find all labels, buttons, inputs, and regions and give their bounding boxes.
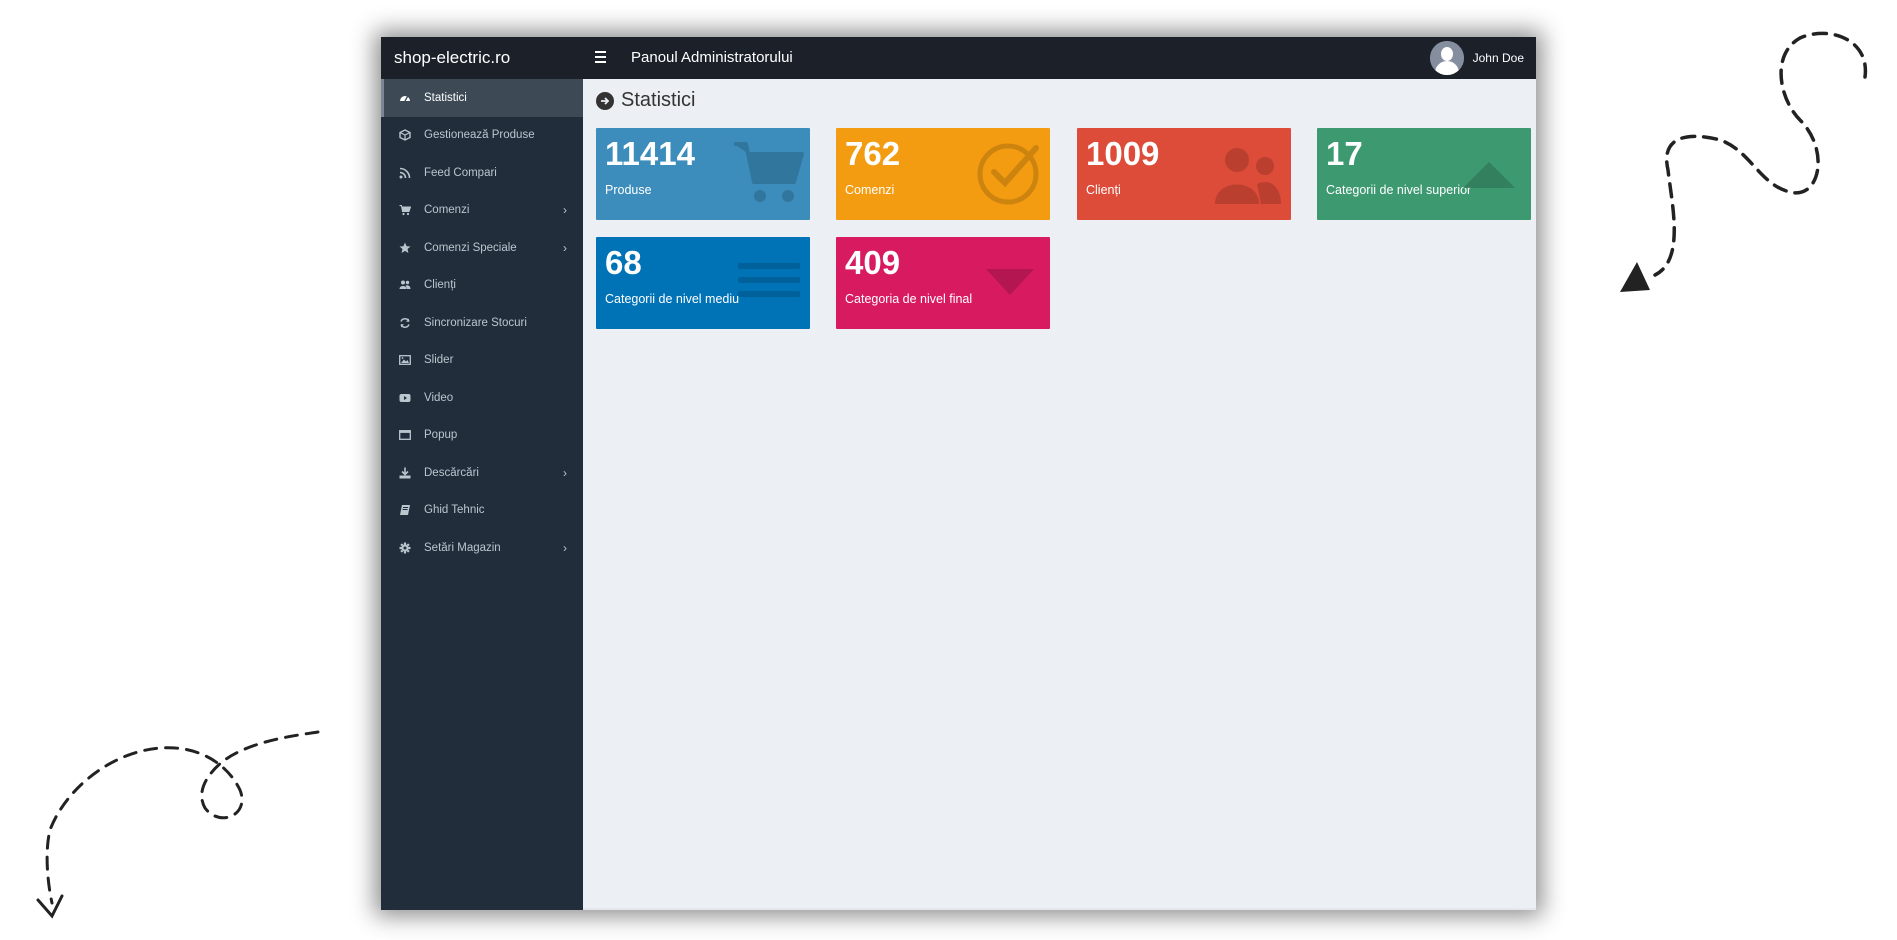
top-navbar: shop-electric.ro Panoul Administratorulu…	[381, 37, 1536, 79]
divider	[583, 908, 1536, 910]
download-icon	[399, 467, 411, 479]
stat-card-categorii-mediu[interactable]: 68 Categorii de nivel mediu	[596, 237, 810, 329]
stat-value: 1009	[1086, 135, 1160, 172]
sidebar-item-label: Ghid Tehnic	[424, 504, 485, 517]
cart-icon	[399, 204, 411, 216]
stat-label: Comenzi	[845, 183, 895, 197]
sidebar-item-label: Setări Magazin	[424, 541, 501, 554]
dashboard-icon	[399, 92, 411, 104]
menu-toggle-icon[interactable]	[595, 47, 615, 67]
stat-value: 68	[605, 244, 642, 281]
bars-icon	[738, 263, 800, 297]
sidebar-item-slider[interactable]: Slider	[381, 342, 583, 380]
sidebar-item-video[interactable]: Video	[381, 379, 583, 417]
users-icon	[1215, 148, 1281, 204]
stat-label: Produse	[605, 183, 652, 197]
sidebar-item-label: Descărcări	[424, 466, 479, 479]
stat-value: 17	[1326, 135, 1363, 172]
stat-card-categorii-superior[interactable]: 17 Categorii de nivel superior	[1317, 128, 1531, 220]
sidebar-item-descarcari[interactable]: Descărcări ›	[381, 454, 583, 492]
sidebar-item-feed-compari[interactable]: Feed Compari	[381, 154, 583, 192]
chevron-right-icon: ›	[563, 203, 567, 218]
sidebar-item-label: Video	[424, 391, 454, 404]
sidebar-item-clienti[interactable]: Clienți	[381, 267, 583, 305]
sidebar-item-comenzi-speciale[interactable]: Comenzi Speciale ›	[381, 229, 583, 267]
sidebar-item-comenzi[interactable]: Comenzi ›	[381, 192, 583, 230]
sidebar-item-label: Clienți	[424, 279, 456, 292]
sidebar-item-popup[interactable]: Popup	[381, 417, 583, 455]
stat-value: 762	[845, 135, 901, 172]
stat-label: Clienți	[1086, 183, 1121, 197]
sidebar-item-label: Comenzi Speciale	[424, 241, 517, 254]
window-icon	[399, 429, 411, 441]
users-icon	[399, 279, 411, 291]
sidebar: Statistici Gestionează Produse Feed Comp…	[381, 79, 583, 910]
chevron-right-icon: ›	[563, 540, 567, 555]
star-icon	[399, 242, 411, 254]
triangle-down-icon	[986, 269, 1034, 295]
sidebar-item-label: Gestionează Produse	[424, 129, 535, 142]
stat-label: Categorii de nivel mediu	[605, 292, 740, 306]
avatar	[1429, 41, 1464, 75]
rss-icon	[399, 167, 411, 179]
stat-value: 409	[845, 244, 901, 281]
sidebar-item-statistici[interactable]: Statistici	[381, 79, 583, 117]
gear-icon	[399, 542, 411, 554]
sidebar-item-label: Feed Compari	[424, 166, 497, 179]
user-name: John Doe	[1472, 51, 1524, 65]
sidebar-item-label: Comenzi	[424, 204, 470, 217]
sidebar-item-ghid-tehnic[interactable]: Ghid Tehnic	[381, 492, 583, 530]
page-title: Statistici	[596, 89, 695, 112]
image-icon	[399, 354, 411, 366]
cart-icon	[734, 142, 804, 202]
sidebar-item-label: Statistici	[424, 91, 467, 104]
arrow-circle-right-icon	[596, 91, 614, 110]
page-title-text: Statistici	[621, 89, 696, 111]
chevron-right-icon: ›	[563, 240, 567, 255]
stat-card-produse[interactable]: 11414 Produse	[596, 128, 810, 220]
stat-card-clienti[interactable]: 1009 Clienți	[1077, 128, 1291, 220]
admin-window: shop-electric.ro Panoul Administratorulu…	[381, 37, 1536, 910]
refresh-icon	[399, 317, 411, 329]
book-icon	[399, 504, 411, 516]
sidebar-item-label: Popup	[424, 429, 458, 442]
stat-label: Categorii de nivel superior	[1326, 183, 1472, 197]
main-content: Statistici 11414 Produse 762 Comenzi 100…	[583, 79, 1536, 910]
sidebar-item-sincronizare-stocuri[interactable]: Sincronizare Stocuri	[381, 304, 583, 342]
triangle-up-icon	[1463, 162, 1515, 188]
panel-title: Panoul Administratorului	[631, 49, 793, 66]
video-icon	[399, 392, 411, 404]
sidebar-item-label: Slider	[424, 354, 454, 367]
chevron-right-icon: ›	[563, 465, 567, 480]
sidebar-item-gestioneaza-produse[interactable]: Gestionează Produse	[381, 117, 583, 155]
stat-label: Categoria de nivel final	[845, 292, 973, 306]
sidebar-item-label: Sincronizare Stocuri	[424, 316, 527, 329]
user-menu[interactable]: John Doe	[1429, 37, 1524, 79]
stat-value: 11414	[605, 135, 695, 172]
stat-card-categoria-final[interactable]: 409 Categoria de nivel final	[836, 237, 1050, 329]
stat-card-comenzi[interactable]: 762 Comenzi	[836, 128, 1050, 220]
sidebar-item-setari-magazin[interactable]: Setări Magazin ›	[381, 529, 583, 567]
brand-logo[interactable]: shop-electric.ro	[381, 37, 583, 79]
cube-icon	[399, 129, 411, 142]
check-circle-icon	[977, 143, 1039, 205]
